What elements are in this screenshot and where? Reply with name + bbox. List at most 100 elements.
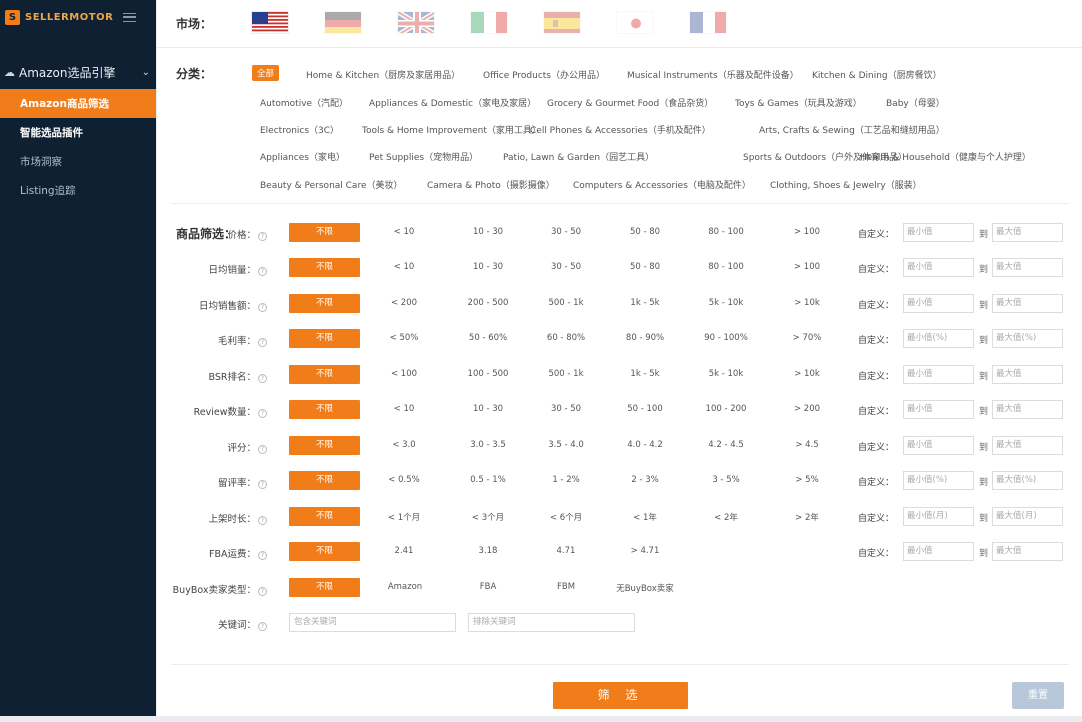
help-icon[interactable]: ? — [258, 374, 267, 383]
category-item[interactable]: Toys & Games（玩具及游戏） — [735, 96, 862, 109]
filter-option[interactable]: 3.0 - 3.5 — [448, 440, 528, 450]
filter-option[interactable]: < 100 — [364, 369, 444, 379]
min-value-input[interactable]: 最小值 — [903, 258, 974, 277]
help-icon[interactable]: ? — [258, 587, 267, 596]
min-value-input[interactable]: 最小值 — [903, 294, 974, 313]
category-item[interactable]: Grocery & Gourmet Food（食品杂货） — [547, 96, 713, 109]
filter-option[interactable]: 100 - 500 — [448, 369, 528, 379]
sidebar-item-product-filter[interactable]: Amazon商品筛选 — [0, 89, 156, 118]
min-value-input[interactable]: 最小值 — [903, 436, 974, 455]
help-icon[interactable]: ? — [258, 622, 267, 631]
unlimited-button[interactable]: 不限 — [289, 294, 360, 313]
help-icon[interactable]: ? — [258, 267, 267, 276]
filter-option[interactable]: < 0.5% — [364, 475, 444, 485]
sidebar-group-amazon[interactable]: ☁ Amazon选品引擎 ⌄ — [0, 59, 156, 85]
sidebar-item-listing-tracking[interactable]: Listing追踪 — [0, 176, 156, 205]
filter-option[interactable]: 3.18 — [448, 546, 528, 556]
category-item[interactable]: Camera & Photo（摄影摄像） — [427, 178, 555, 191]
filter-option[interactable]: FBM — [526, 582, 606, 592]
unlimited-button[interactable]: 不限 — [289, 436, 360, 455]
keyword-include-input[interactable]: 包含关键词 — [289, 613, 456, 632]
es-flag-icon[interactable] — [543, 11, 581, 34]
sidebar-item-plugin[interactable]: 智能选品插件 — [0, 118, 156, 147]
unlimited-button[interactable]: 不限 — [289, 507, 360, 526]
min-value-input[interactable]: 最小值 — [903, 542, 974, 561]
unlimited-button[interactable]: 不限 — [289, 329, 360, 348]
filter-option[interactable]: 30 - 50 — [526, 404, 606, 414]
filter-option[interactable]: 0.5 - 1% — [448, 475, 528, 485]
category-item[interactable]: Health & Household（健康与个人护理） — [860, 150, 1031, 163]
filter-option[interactable]: 无BuyBox卖家 — [605, 582, 685, 594]
category-item[interactable]: Appliances（家电） — [260, 150, 345, 163]
unlimited-button[interactable]: 不限 — [289, 471, 360, 490]
it-flag-icon[interactable] — [470, 11, 508, 34]
category-item[interactable]: Computers & Accessories（电脑及配件） — [573, 178, 751, 191]
filter-option[interactable]: 1 - 2% — [526, 475, 606, 485]
unlimited-button[interactable]: 不限 — [289, 400, 360, 419]
category-item[interactable]: Patio, Lawn & Garden（园艺工具） — [503, 150, 654, 163]
filter-option[interactable]: 4.71 — [526, 546, 606, 556]
filter-option[interactable]: 5k - 10k — [686, 298, 766, 308]
filter-option[interactable]: 90 - 100% — [686, 333, 766, 343]
category-item[interactable]: Clothing, Shoes & Jewelry（服装） — [770, 178, 922, 191]
help-icon[interactable]: ? — [258, 551, 267, 560]
us-flag-icon[interactable] — [251, 11, 289, 34]
category-item[interactable]: Pet Supplies（宠物用品） — [369, 150, 478, 163]
filter-option[interactable]: 30 - 50 — [526, 262, 606, 272]
min-value-input[interactable]: 最小值 — [903, 365, 974, 384]
filter-option[interactable]: 500 - 1k — [526, 298, 606, 308]
filter-option[interactable]: 50 - 100 — [605, 404, 685, 414]
reset-button[interactable]: 重置 — [1012, 682, 1064, 709]
unlimited-button[interactable]: 不限 — [289, 365, 360, 384]
max-value-input[interactable]: 最大值 — [992, 400, 1063, 419]
max-value-input[interactable]: 最大值 — [992, 258, 1063, 277]
filter-option[interactable]: 50 - 60% — [448, 333, 528, 343]
filter-option[interactable]: > 4.71 — [605, 546, 685, 556]
help-icon[interactable]: ? — [258, 445, 267, 454]
max-value-input[interactable]: 最大值(月) — [992, 507, 1063, 526]
keyword-exclude-input[interactable]: 排除关键词 — [468, 613, 635, 632]
category-item[interactable]: Kitchen & Dining（厨房餐饮） — [812, 68, 942, 81]
filter-option[interactable]: 10 - 30 — [448, 227, 528, 237]
filter-option[interactable]: FBA — [448, 582, 528, 592]
help-icon[interactable]: ? — [258, 480, 267, 489]
category-item[interactable]: Electronics（3C） — [260, 123, 339, 136]
filter-option[interactable]: 80 - 90% — [605, 333, 685, 343]
filter-option[interactable]: 10 - 30 — [448, 262, 528, 272]
filter-option[interactable]: < 2年 — [686, 511, 766, 523]
hamburger-menu-icon[interactable] — [123, 12, 137, 22]
category-item[interactable]: Arts, Crafts & Sewing（工艺品和缝纫用品） — [759, 123, 945, 136]
unlimited-button[interactable]: 不限 — [289, 258, 360, 277]
max-value-input[interactable]: 最大值(%) — [992, 471, 1063, 490]
min-value-input[interactable]: 最小值 — [903, 223, 974, 242]
filter-option[interactable]: < 10 — [364, 404, 444, 414]
category-item[interactable]: Office Products（办公用品） — [483, 68, 605, 81]
logo[interactable]: S SELLERMOTOR — [0, 0, 156, 34]
help-icon[interactable]: ? — [258, 232, 267, 241]
category-item[interactable]: Home & Kitchen（厨房及家居用品） — [306, 68, 460, 81]
help-icon[interactable]: ? — [258, 516, 267, 525]
min-value-input[interactable]: 最小值(%) — [903, 329, 974, 348]
filter-option[interactable]: 4.2 - 4.5 — [686, 440, 766, 450]
filter-option[interactable]: > 10k — [767, 298, 847, 308]
help-icon[interactable]: ? — [258, 303, 267, 312]
filter-option[interactable]: < 6个月 — [526, 511, 606, 523]
filter-option[interactable]: 1k - 5k — [605, 369, 685, 379]
filter-option[interactable]: 4.0 - 4.2 — [605, 440, 685, 450]
filter-option[interactable]: > 4.5 — [767, 440, 847, 450]
max-value-input[interactable]: 最大值 — [992, 294, 1063, 313]
sidebar-item-market-insight[interactable]: 市场洞察 — [0, 147, 156, 176]
unlimited-button[interactable]: 不限 — [289, 223, 360, 242]
filter-button[interactable]: 筛 选 — [553, 682, 688, 709]
category-item[interactable]: Cell Phones & Accessories（手机及配件） — [530, 123, 711, 136]
filter-option[interactable]: 80 - 100 — [686, 227, 766, 237]
min-value-input[interactable]: 最小值 — [903, 400, 974, 419]
help-icon[interactable]: ? — [258, 409, 267, 418]
filter-option[interactable]: 50 - 80 — [605, 227, 685, 237]
filter-option[interactable]: > 10k — [767, 369, 847, 379]
category-item[interactable]: Beauty & Personal Care（美妆） — [260, 178, 402, 191]
uk-flag-icon[interactable] — [397, 11, 435, 34]
filter-option[interactable]: 200 - 500 — [448, 298, 528, 308]
jp-flag-icon[interactable] — [616, 11, 654, 34]
filter-option[interactable]: 2.41 — [364, 546, 444, 556]
